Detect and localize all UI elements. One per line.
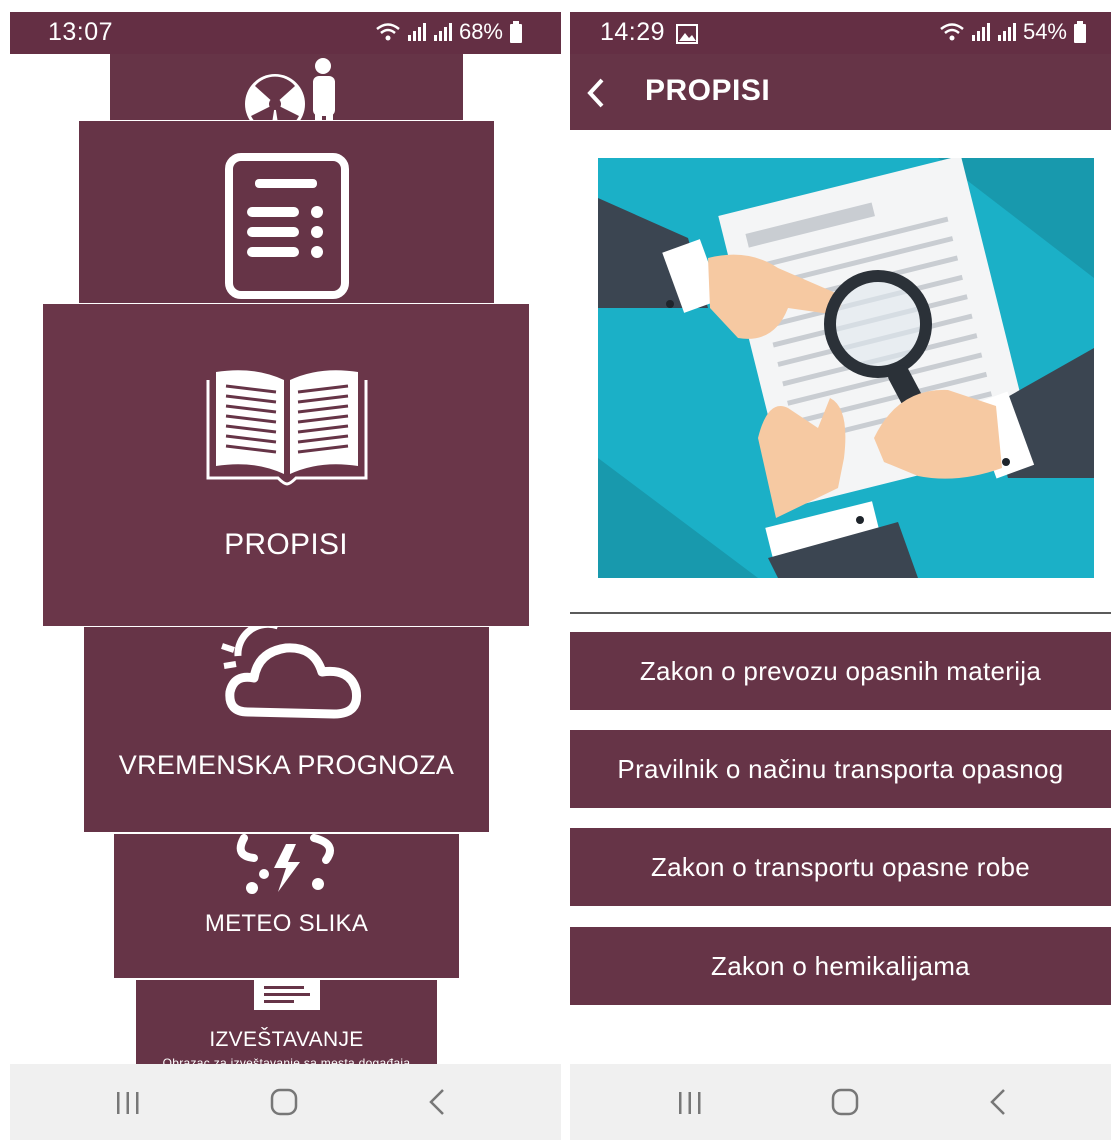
menu-card-propisi[interactable]: PROPISI <box>43 304 529 626</box>
law-button-hemikalije[interactable]: Zakon o hemikalijama <box>570 927 1111 1005</box>
back-icon[interactable] <box>980 1086 1020 1118</box>
magnifier-document-illustration <box>598 158 1094 578</box>
signal-icon <box>433 23 452 41</box>
home-icon[interactable] <box>264 1086 304 1118</box>
meteo-label: METEO SLIKA <box>204 910 369 937</box>
battery-percent: 68% <box>458 19 503 44</box>
weather-label: VREMENSKA PROGNOZA <box>118 750 455 780</box>
recent-apps-icon[interactable] <box>108 1086 148 1118</box>
law-button-transport[interactable]: Zakon o transportu opasne robe <box>570 828 1111 906</box>
battery-icon <box>510 21 522 43</box>
signal-icon <box>997 23 1016 41</box>
law-button-prevoz[interactable]: Zakon o prevozu opasnih materija <box>570 632 1111 710</box>
law-button-pravilnik[interactable]: Pravilnik o načinu transporta opasnog <box>570 730 1111 808</box>
phone-screen-menu: VREMENSKA PROGNOZA METEO SLIKA IZVEŠTAVA… <box>10 12 561 1140</box>
image-notification-icon <box>676 24 698 44</box>
report-label: IZVEŠTAVANJE <box>209 1028 364 1051</box>
status-bar: 14:29 54% <box>570 12 1111 54</box>
battery-percent: 54% <box>1022 19 1067 44</box>
battery-icon <box>1074 21 1086 43</box>
status-indicators: 54% <box>939 19 1087 45</box>
menu-card-meteo[interactable]: METEO SLIKA <box>114 834 459 978</box>
report-form-icon <box>254 980 320 1010</box>
menu-card-weather[interactable]: VREMENSKA PROGNOZA <box>84 626 489 832</box>
signal-icon <box>407 23 426 41</box>
recent-apps-icon[interactable] <box>670 1086 710 1118</box>
status-time: 13:07 <box>48 18 114 46</box>
status-time: 14:29 <box>600 18 666 46</box>
signal-icon <box>971 23 990 41</box>
status-indicators: 68% <box>375 19 523 45</box>
open-book-icon <box>206 370 368 486</box>
system-nav-bar <box>10 1064 561 1140</box>
menu-card-documents[interactable] <box>79 120 494 305</box>
wifi-icon <box>940 23 964 41</box>
phone-screen-propisi: 14:29 54% PROPISI Zakon o prevozu opasni… <box>570 12 1111 1140</box>
document-list-icon <box>225 153 349 299</box>
page-title: PROPISI <box>645 74 771 107</box>
status-bar: 13:07 68% <box>10 12 561 54</box>
hero-illustration <box>598 158 1094 578</box>
home-icon[interactable] <box>825 1086 865 1118</box>
system-nav-bar <box>570 1064 1111 1140</box>
divider <box>570 612 1111 614</box>
propisi-label: PROPISI <box>224 528 348 561</box>
app-bar: PROPISI <box>570 54 1111 130</box>
menu-card-report[interactable]: IZVEŠTAVANJE Obrazac za izveštavanje sa … <box>136 980 437 1068</box>
wifi-icon <box>376 23 400 41</box>
back-icon[interactable] <box>419 1086 459 1118</box>
storm-cloud-icon <box>236 834 334 894</box>
sun-cloud-icon <box>221 626 362 719</box>
back-arrow-icon[interactable] <box>584 76 606 110</box>
